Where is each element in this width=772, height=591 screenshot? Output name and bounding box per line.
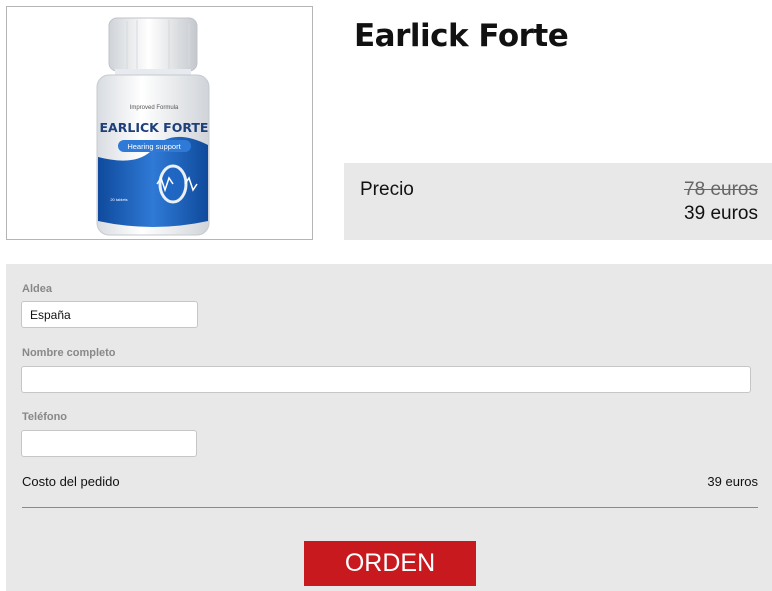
- price-panel: Precio 78 euros 39 euros: [344, 163, 772, 240]
- divider: [22, 507, 758, 508]
- bottle-label-badge: Hearing support: [127, 142, 181, 151]
- country-label: Aldea: [22, 283, 52, 295]
- new-price: 39 euros: [684, 203, 758, 224]
- order-page: Improved Formula EARLICK FORTE Hearing s…: [0, 0, 772, 591]
- phone-label: Teléfono: [22, 411, 68, 423]
- bottle-label-count: 20 tablets: [110, 197, 127, 202]
- country-input[interactable]: [21, 301, 198, 328]
- product-title: Earlick Forte: [354, 18, 569, 54]
- old-price: 78 euros: [684, 179, 758, 200]
- order-form: Aldea Nombre completo Teléfono Costo del…: [6, 264, 772, 591]
- order-cost-label: Costo del pedido: [22, 474, 120, 489]
- full-name-input[interactable]: [21, 366, 751, 393]
- bottle-label-brand: EARLICK FORTE: [100, 120, 209, 135]
- full-name-label: Nombre completo: [22, 347, 116, 359]
- phone-input[interactable]: [21, 430, 197, 457]
- order-button[interactable]: ORDEN: [304, 541, 476, 586]
- product-image: Improved Formula EARLICK FORTE Hearing s…: [6, 6, 313, 240]
- supplement-bottle-image: Improved Formula EARLICK FORTE Hearing s…: [96, 17, 210, 236]
- price-label: Precio: [360, 179, 414, 200]
- order-cost-value: 39 euros: [707, 474, 758, 489]
- bottle-label-top: Improved Formula: [130, 105, 179, 111]
